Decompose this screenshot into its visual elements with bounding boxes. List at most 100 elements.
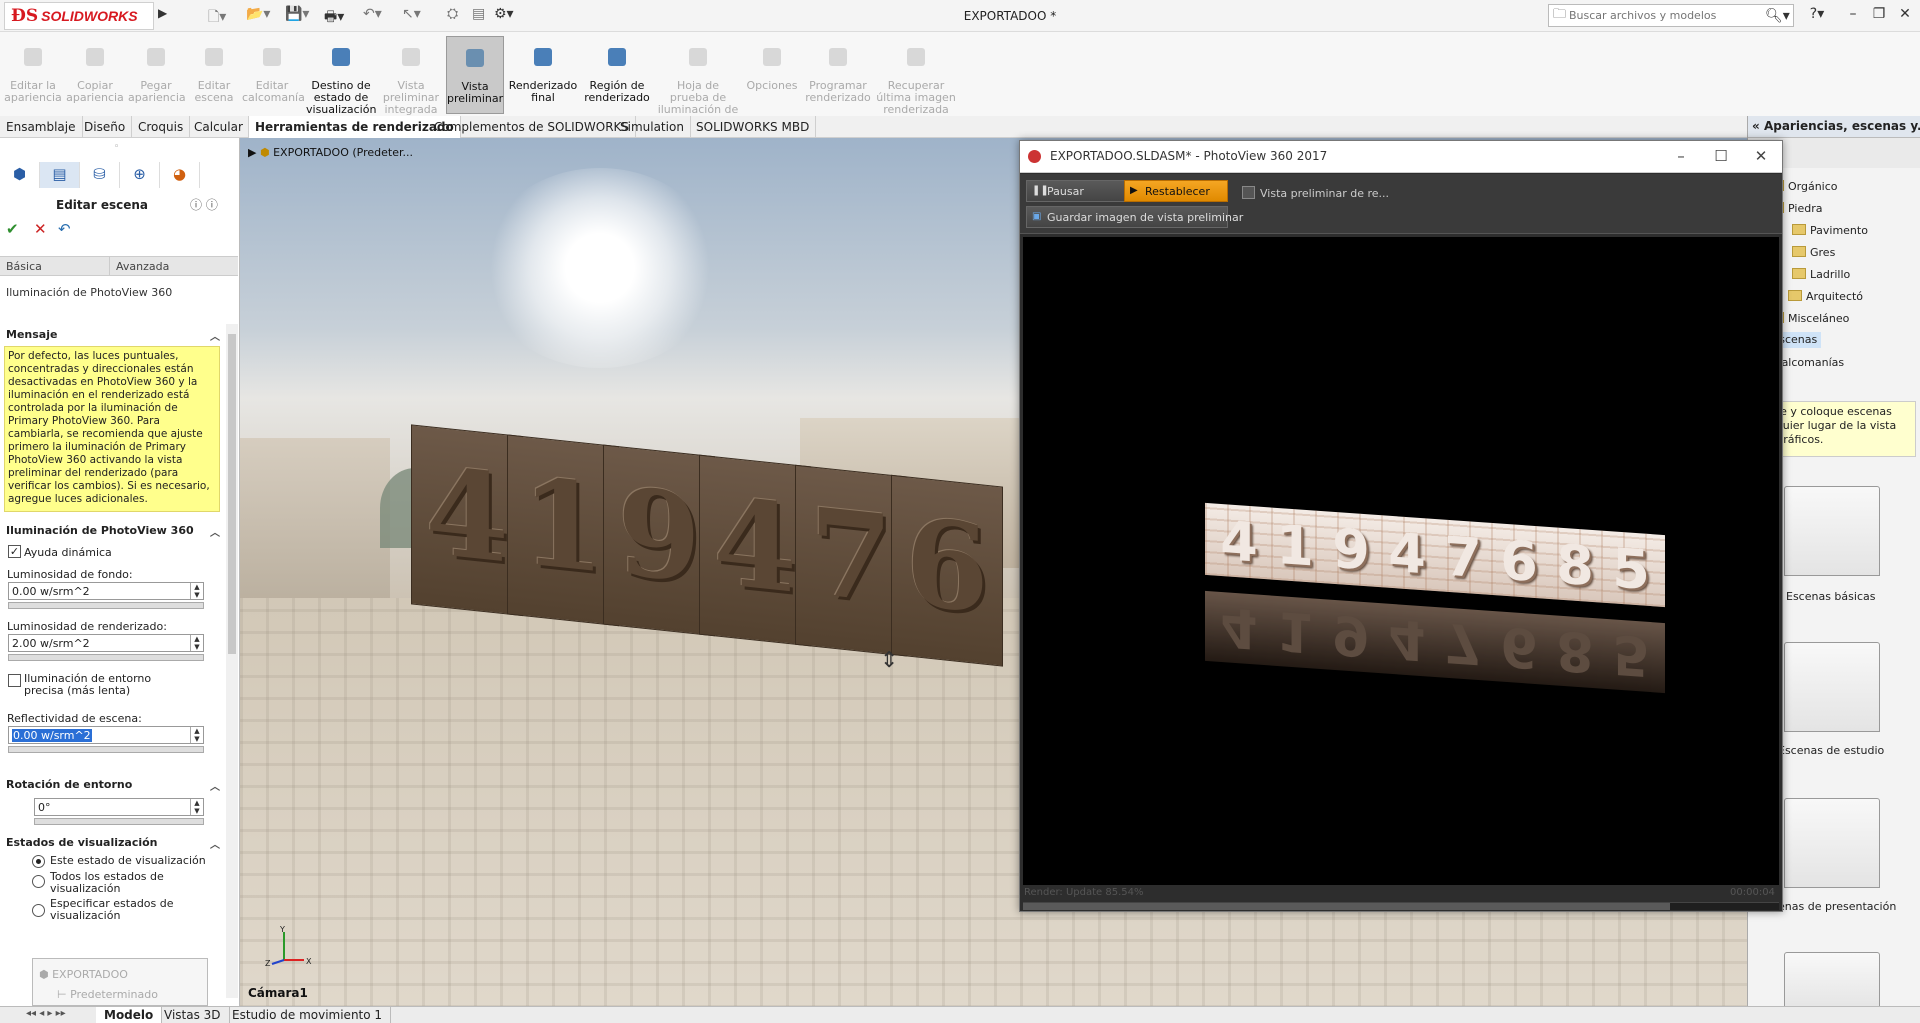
tab-vistas-3d[interactable]: Vistas 3D — [156, 1007, 230, 1023]
tab-calcular[interactable]: Calcular — [188, 116, 250, 138]
spinner-arrows-icon[interactable]: ▲ ▼ — [190, 727, 203, 743]
scene-reflectivity-slider[interactable] — [8, 746, 204, 753]
collapse-chevron-icon[interactable]: ︿ — [210, 524, 220, 539]
ok-check-icon[interactable]: ✔ — [6, 220, 19, 238]
help-icon[interactable]: ?▾ — [1806, 6, 1828, 22]
task-pane-title[interactable]: « Apariencias, escenas y... — [1748, 116, 1920, 138]
preview-window-button[interactable]: Vista preliminar — [446, 36, 504, 114]
render-region-button[interactable]: Región de renderizado — [582, 36, 652, 114]
pause-button[interactable]: ❚❚ Pausar — [1026, 180, 1126, 202]
collapse-double-chevron-icon[interactable]: « — [1752, 119, 1764, 133]
collapse-chevron-icon[interactable]: ︿ — [210, 328, 220, 343]
options-gear-icon[interactable]: ⚙▾ — [494, 6, 514, 26]
restore-icon[interactable]: ❐ — [1868, 6, 1890, 22]
tree-node-ladrillo[interactable]: Ladrillo — [1792, 268, 1850, 281]
integrated-preview-button[interactable]: Vista preliminar integrada — [380, 36, 442, 116]
render-brightness-field[interactable]: 2.00 w/srm^2 ▲ ▼ — [8, 634, 204, 652]
property-manager-tab-icon[interactable]: ▤ — [40, 162, 80, 188]
tab-simulation[interactable]: Simulation — [614, 116, 691, 138]
tab-addins[interactable]: Complementos de SOLIDWORKS — [428, 116, 637, 138]
config-node[interactable]: ⊢ Predeterminado — [39, 985, 201, 1005]
edit-decal-button[interactable]: Editar calcomanía — [242, 36, 305, 114]
display-states-section-header[interactable]: Estados de visualización ︿ — [6, 836, 220, 851]
render-brightness-slider[interactable] — [8, 654, 204, 661]
solidworks-logo[interactable]: ĐS SOLIDWORKS — [4, 2, 154, 30]
new-document-icon[interactable]: 🗋▾ — [208, 6, 226, 26]
display-states-list[interactable]: ⬢ EXPORTADOO ⊢ Predeterminado — [32, 958, 208, 1006]
folder-thumbnail-more[interactable] — [1784, 952, 1880, 1012]
tab-mbd[interactable]: SOLIDWORKS MBD — [690, 116, 817, 138]
collapse-chevron-icon[interactable]: ︿ — [210, 836, 220, 851]
photoview-window[interactable]: EXPORTADOO.SLDASM* - PhotoView 360 2017 … — [1019, 140, 1783, 912]
tab-scroll-arrows-icon[interactable]: ◂◂ ◂ ▸ ▸▸ — [26, 1008, 66, 1019]
edit-appearance-button[interactable]: Editar la apariencia — [4, 36, 62, 114]
minimize-icon[interactable]: – — [1842, 6, 1864, 22]
select-icon[interactable]: ↖▾ — [402, 6, 421, 26]
collapse-chevron-icon[interactable]: ︿ — [210, 778, 220, 793]
folder-thumbnail-basic[interactable] — [1784, 486, 1880, 576]
undo-icon[interactable]: ↶ — [58, 220, 71, 238]
radio-this-state[interactable] — [32, 855, 45, 868]
edit-scene-button[interactable]: Editar escena — [188, 36, 240, 114]
cancel-x-icon[interactable]: ✕ — [34, 220, 47, 238]
tab-motion-study[interactable]: Estudio de movimiento 1 — [224, 1007, 392, 1023]
open-icon[interactable]: 📂▾ — [246, 6, 270, 26]
tab-modelo[interactable]: Modelo — [96, 1007, 163, 1023]
schedule-render-button[interactable]: Programar renderizado — [804, 36, 872, 114]
final-render-button[interactable]: Renderizado final — [508, 36, 578, 114]
paste-appearance-button[interactable]: Pegar apariencia — [128, 36, 186, 114]
render-options-button[interactable]: Opciones — [744, 36, 800, 114]
display-state-target-button[interactable]: Destino de estado de visualización — [306, 36, 376, 116]
bg-brightness-slider[interactable] — [8, 602, 204, 609]
search-icon[interactable]: 🔍︎▾ — [1765, 8, 1790, 24]
flyout-tree[interactable]: ▶ ⬢ EXPORTADOO (Predeter... — [248, 146, 413, 159]
save-icon[interactable]: 💾▾ — [285, 6, 309, 26]
env-rotation-section-header[interactable]: Rotación de entorno ︿ — [6, 778, 220, 793]
precise-env-checkbox[interactable] — [8, 674, 21, 687]
spinner-arrows-icon[interactable]: ▲ ▼ — [190, 583, 203, 599]
recall-last-render-button[interactable]: Recuperar última imagen renderizada — [876, 36, 956, 116]
tree-node-gres[interactable]: Gres — [1792, 246, 1835, 259]
panel-grip-icon[interactable]: ◦ — [114, 142, 119, 152]
display-manager-tab-icon[interactable]: ◕ — [160, 162, 200, 188]
tree-node-arquitecto[interactable]: ›Arquitectó — [1778, 290, 1863, 303]
env-rotation-field[interactable]: 0° ▲ ▼ — [34, 798, 204, 816]
spinner-arrows-icon[interactable]: ▲ ▼ — [190, 635, 203, 651]
tab-ensamblaje[interactable]: Ensamblaje — [0, 116, 83, 138]
configuration-manager-tab-icon[interactable]: ⛁ — [80, 162, 120, 188]
save-preview-button[interactable]: ▣ Guardar imagen de vista preliminar — [1026, 206, 1243, 228]
lighting-section-header[interactable]: Iluminación de PhotoView 360 ︿ — [6, 524, 220, 539]
undo-icon[interactable]: ↶▾ — [363, 6, 382, 26]
file-properties-icon[interactable]: ▤ — [472, 6, 485, 26]
assembly-node[interactable]: ⬢ EXPORTADOO — [39, 965, 201, 985]
copy-appearance-button[interactable]: Copiar apariencia — [66, 36, 124, 114]
minimize-icon[interactable]: – — [1670, 147, 1692, 165]
folder-thumbnail-presentation[interactable] — [1784, 798, 1880, 888]
scene-reflectivity-field[interactable]: 0.00 w/srm^2 ▲ ▼ — [8, 726, 204, 744]
render-preview-canvas[interactable]: 4 1 9 4 7 6 8 5 4 1 9 4 7 6 8 5 — [1023, 237, 1779, 885]
bg-brightness-field[interactable]: 0.00 w/srm^2 ▲ ▼ — [8, 582, 204, 600]
search-box[interactable]: 🗀 🔍︎▾ — [1548, 4, 1794, 27]
expand-arrow-icon[interactable]: ▶ — [248, 146, 260, 159]
close-icon[interactable]: ✕ — [1894, 6, 1916, 22]
radio-specify-states[interactable] — [32, 904, 45, 917]
tab-basica[interactable]: Básica — [0, 257, 110, 275]
feature-manager-tab-icon[interactable]: ⬢ — [0, 162, 40, 188]
scrollbar-thumb[interactable] — [228, 334, 236, 654]
photoview-titlebar[interactable]: EXPORTADOO.SLDASM* - PhotoView 360 2017 … — [1020, 141, 1782, 173]
dimxpert-tab-icon[interactable]: ⊕ — [120, 162, 160, 188]
env-rotation-slider[interactable] — [34, 818, 204, 825]
message-section-header[interactable]: Mensaje ︿ — [6, 328, 220, 343]
lighting-proof-sheet-button[interactable]: Hoja de prueba de iluminación de la esce… — [656, 36, 740, 128]
folder-thumbnail-studio[interactable] — [1784, 642, 1880, 732]
tab-diseno[interactable]: Diseño — [78, 116, 133, 138]
spinner-arrows-icon[interactable]: ▲ ▼ — [190, 799, 203, 815]
close-icon[interactable]: ✕ — [1750, 147, 1772, 165]
tab-croquis[interactable]: Croquis — [132, 116, 191, 138]
reset-button[interactable]: ▶ Restablecer — [1124, 180, 1228, 202]
search-input[interactable] — [1569, 9, 1759, 22]
search-scope-icon[interactable]: 🗀 — [1553, 5, 1569, 27]
dynamic-help-checkbox[interactable]: ✓ — [8, 545, 21, 558]
rebuild-icon[interactable]: ⛭ — [447, 6, 458, 26]
print-icon[interactable]: 🖶▾ — [324, 6, 344, 26]
